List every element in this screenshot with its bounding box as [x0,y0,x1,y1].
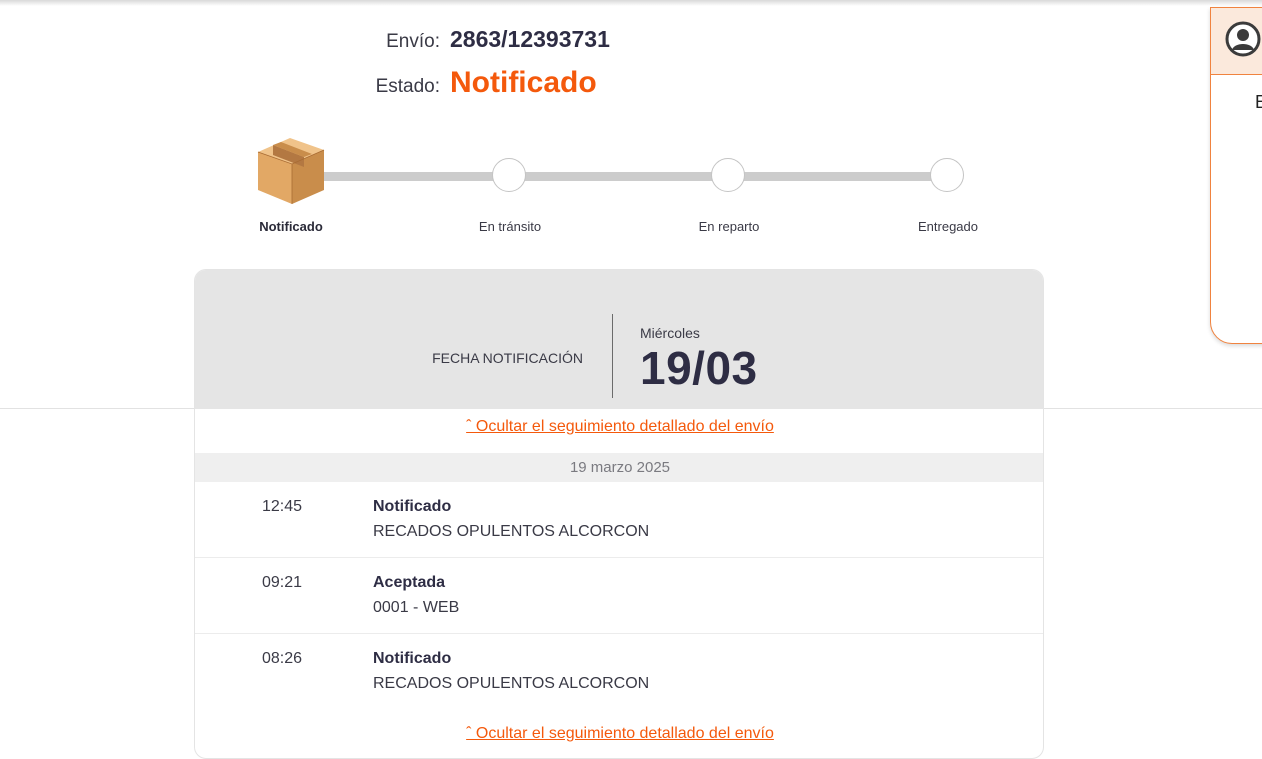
progress-track [300,172,950,181]
day-name: Miércoles [640,325,700,341]
tracking-card: FECHA NOTIFICACIÓN Miércoles 19/03 ˆ Ocu… [194,269,1044,759]
step-circle-entregado [930,158,964,192]
package-box-icon [257,138,325,204]
notification-date: 19/03 [640,342,758,394]
step-circle-en-transito [492,158,526,192]
hide-tracking-link-bottom[interactable]: ˆ Ocultar el seguimiento detallado del e… [195,725,1043,743]
event-location: 0001 - WEB [373,599,460,616]
envio-row: Envío: 2863/12393731 [310,26,610,53]
envio-number: 2863/12393731 [450,26,610,52]
step-label-entregado: Entregado [918,219,978,234]
top-shadow [0,0,1262,6]
side-panel: E [1210,7,1262,344]
envio-label: Envío: [386,31,440,52]
event-time: 09:21 [262,574,303,591]
tracking-event: 09:21 Aceptada 0001 - WEB [195,558,1043,634]
step-label-notificado: Notificado [259,219,323,234]
tracking-event: 12:45 Notificado RECADOS OPULENTOS ALCOR… [195,482,1043,558]
header-divider [612,314,613,398]
event-title: Aceptada [373,574,446,591]
estado-row: Estado: Notificado [310,66,597,100]
step-circle-en-reparto [711,158,745,192]
side-panel-header [1211,8,1262,75]
hide-tracking-link-top[interactable]: ˆ Ocultar el seguimiento detallado del e… [195,418,1043,436]
event-title: Notificado [373,650,452,667]
user-avatar-icon[interactable] [1225,21,1261,57]
step-label-en-transito: En tránsito [478,219,542,234]
estado-value: Notificado [450,66,597,99]
event-time: 12:45 [262,498,303,515]
event-location: RECADOS OPULENTOS ALCORCON [373,523,650,540]
side-panel-text: E [1255,92,1262,112]
step-label-en-reparto: En reparto [698,219,760,234]
event-location: RECADOS OPULENTOS ALCORCON [373,675,650,692]
tracking-event: 08:26 Notificado RECADOS OPULENTOS ALCOR… [195,634,1043,710]
card-header: FECHA NOTIFICACIÓN Miércoles 19/03 [195,270,1043,409]
event-title: Notificado [373,498,452,515]
event-time: 08:26 [262,650,303,667]
fecha-notificacion-label: FECHA NOTIFICACIÓN [432,350,583,366]
estado-label: Estado: [375,76,440,97]
group-date: 19 marzo 2025 [195,453,1043,482]
